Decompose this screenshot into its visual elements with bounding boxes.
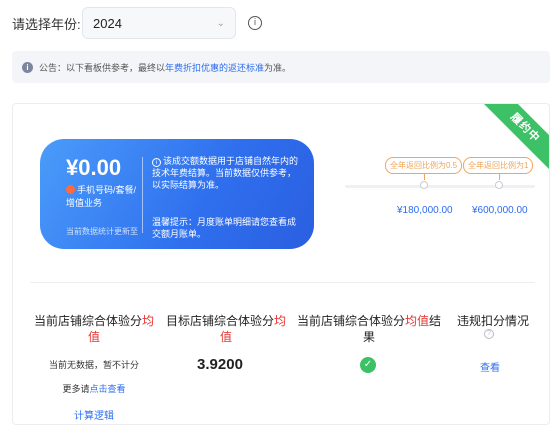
milestone-connector-2 bbox=[499, 173, 500, 180]
milestone-pin-1 bbox=[420, 181, 428, 189]
description-info-icon: i bbox=[152, 158, 161, 167]
milestone-pin-2 bbox=[495, 181, 503, 189]
milestone-connector-1 bbox=[424, 173, 425, 180]
year-filter-row: 请选择年份: 2024 ⌄ i bbox=[12, 7, 262, 39]
metric-title-result: 当前店铺综合体验分均值结果 bbox=[294, 313, 444, 345]
metric-more-prefix: 更多请 bbox=[62, 384, 90, 394]
year-select-value: 2024 bbox=[93, 15, 122, 31]
notice-highlight-link[interactable]: 年费折扣优惠的返还标准 bbox=[165, 61, 264, 74]
view-more-link[interactable]: 点击查看 bbox=[90, 384, 126, 394]
phone-business-icon bbox=[66, 185, 75, 194]
milestone-progress-track bbox=[345, 185, 535, 188]
year-filter-label: 请选择年份: bbox=[12, 16, 81, 32]
business-type-label: 手机号码/套餐/增值业务 bbox=[66, 185, 137, 208]
milestone-tag-1: 全年返回比例为0.5 bbox=[385, 157, 463, 174]
card-description: i 该成交额数据用于店铺自然年内的技术年费结算。当前数据仅供参考，以实际结算为准。 bbox=[152, 155, 302, 191]
metric-title-text: 当前店铺综合体验分 bbox=[296, 314, 405, 328]
metric-title-text: 当前店铺综合体验分 bbox=[33, 314, 142, 328]
question-icon[interactable]: ? bbox=[484, 329, 494, 339]
card-divider bbox=[142, 157, 143, 233]
calculation-logic-link[interactable]: 计算逻辑 bbox=[30, 407, 158, 422]
notice-prefix: 公告：以下看板供参考，最终以 bbox=[39, 62, 166, 73]
metric-title-text: 违规扣分情况 bbox=[456, 314, 529, 328]
notice-info-icon: i bbox=[22, 61, 33, 73]
milestone-tag-2: 全年返回比例为1 bbox=[463, 157, 534, 174]
revenue-card: ¥0.00 手机号码/套餐/增值业务 当前数据统计更新至 i 该成交额数据用于店铺… bbox=[40, 139, 314, 249]
revenue-amount: ¥0.00 bbox=[66, 155, 122, 180]
metric-title-target-avg: 目标店铺综合体验分均值 bbox=[162, 313, 290, 345]
metric-title-highlight: 均值 bbox=[404, 314, 429, 328]
notice-suffix: 为准。 bbox=[264, 62, 292, 73]
milestone-amount-2: ¥600,000.00 bbox=[472, 205, 528, 216]
milestone-amount-1: ¥180,000.00 bbox=[397, 205, 453, 216]
card-tip: 温馨提示：月度账单明细请您查看成交额月账单。 bbox=[152, 217, 297, 239]
business-type: 手机号码/套餐/增值业务 bbox=[66, 184, 138, 210]
info-icon[interactable]: i bbox=[248, 16, 262, 30]
check-icon: ✓ bbox=[360, 357, 376, 373]
target-score-value: 3.9200 bbox=[197, 356, 243, 373]
stat-time: 当前数据统计更新至 bbox=[66, 227, 138, 236]
year-select[interactable]: 2024 ⌄ bbox=[82, 7, 236, 39]
metric-title-current-avg: 当前店铺综合体验分均值 bbox=[30, 313, 158, 345]
chevron-down-icon: ⌄ bbox=[216, 17, 225, 29]
metric-title-text: 目标店铺综合体验分 bbox=[165, 314, 274, 328]
metric-more-info: 更多请点击查看 bbox=[30, 382, 158, 395]
metric-title-violation: 违规扣分情况 bbox=[448, 313, 538, 329]
metric-no-data: 当前无数据，暂不计分 bbox=[48, 360, 139, 370]
section-divider bbox=[30, 282, 535, 283]
notice-bar: i 公告：以下看板供参考，最终以 年费折扣优惠的返还标准 为准。 bbox=[12, 51, 550, 83]
violation-view-link[interactable]: 查看 bbox=[470, 359, 510, 374]
card-description-text: 该成交额数据用于店铺自然年内的技术年费结算。当前数据仅供参考，以实际结算为准。 bbox=[152, 156, 299, 190]
